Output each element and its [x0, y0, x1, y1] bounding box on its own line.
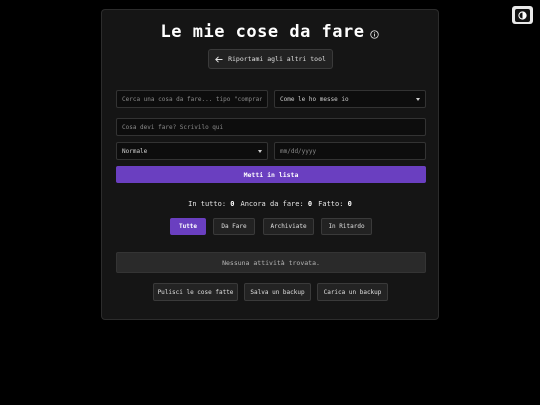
- filter-overdue-button[interactable]: In Ritardo: [321, 218, 372, 235]
- stat-done: Fatto: 0: [318, 200, 352, 208]
- arrow-left-icon: [215, 55, 223, 63]
- stat-todo: Ancora da fare: 0: [240, 200, 313, 208]
- back-button-label: Riportami agli altri tool: [228, 55, 326, 63]
- priority-select-value: Normale: [122, 147, 148, 155]
- clear-done-button[interactable]: Pulisci le cose fatte: [153, 283, 238, 301]
- task-input[interactable]: [116, 118, 426, 136]
- title-row: Le mie cose da fare: [102, 22, 438, 42]
- theme-toggle-button[interactable]: [512, 6, 533, 24]
- contrast-icon: [515, 8, 530, 22]
- chevron-down-icon: [258, 149, 262, 153]
- sort-select-value: Come le ho messe io: [280, 95, 349, 103]
- due-date-input[interactable]: [274, 142, 426, 160]
- sort-select[interactable]: Come le ho messe io: [274, 90, 426, 108]
- search-input[interactable]: [116, 90, 268, 108]
- filter-all-button[interactable]: Tutte: [170, 218, 206, 235]
- load-backup-button[interactable]: Carica un backup: [317, 283, 388, 301]
- page-title: Le mie cose da fare: [160, 22, 365, 42]
- back-to-tools-button[interactable]: Riportami agli altri tool: [208, 49, 333, 69]
- task-stats: In tutto: 0 Ancora da fare: 0 Fatto: 0: [102, 200, 438, 208]
- save-backup-button[interactable]: Salva un backup: [244, 283, 311, 301]
- filter-todo-button[interactable]: Da Fare: [213, 218, 255, 235]
- stat-total: In tutto: 0: [188, 200, 235, 208]
- filter-archived-button[interactable]: Archiviate: [263, 218, 314, 235]
- chevron-down-icon: [416, 97, 420, 101]
- info-icon[interactable]: [370, 29, 380, 39]
- add-task-button[interactable]: Metti in lista: [116, 166, 426, 183]
- priority-select[interactable]: Normale: [116, 142, 268, 160]
- empty-state-message: Nessuna attività trovata.: [116, 252, 426, 273]
- todo-card: Le mie cose da fare Riportami agli altri…: [101, 9, 439, 320]
